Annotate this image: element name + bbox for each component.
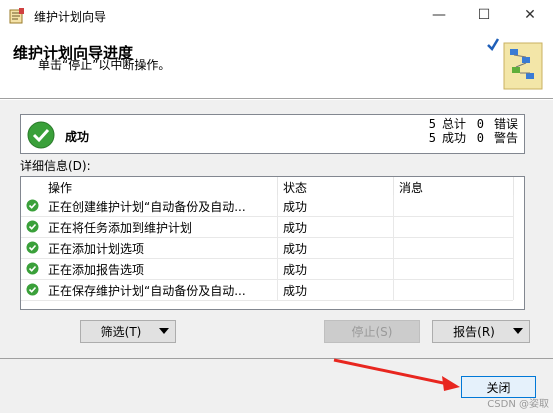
stop-button[interactable]: 停止(S) [324, 320, 420, 343]
title-bar: 维护计划向导 — ☐ ✕ [0, 0, 553, 31]
success-check-icon [26, 262, 39, 275]
status-counts: 5 总计 0 错误 5 成功 0 警告 [424, 117, 518, 145]
status-summary-panel: 成功 5 总计 0 错误 5 成功 0 警告 [20, 114, 525, 154]
grid-line [21, 300, 513, 301]
operation-cell: 正在添加计划选项 [48, 242, 145, 256]
column-header-operation[interactable]: 操作 [48, 179, 72, 196]
error-label: 错误 [493, 117, 518, 131]
minimize-button[interactable]: — [427, 4, 451, 26]
table-row[interactable]: 正在添加报告选项 成功 [21, 258, 524, 279]
column-divider [277, 177, 278, 195]
total-label: 总计 [441, 117, 466, 131]
table-row[interactable]: 正在创建维护计划“自动备份及自动... 成功 [21, 195, 524, 216]
status-cell: 成功 [283, 200, 308, 214]
wizard-header: 维护计划向导进度 单击“停止”以中断操作。 [0, 31, 553, 99]
minimize-icon: — [432, 7, 446, 23]
status-label: 成功 [65, 130, 90, 144]
stop-button-label: 停止(S) [351, 325, 393, 339]
status-cell: 成功 [283, 263, 308, 277]
annotation-arrow-icon [333, 358, 460, 391]
details-table[interactable]: 操作 状态 消息 正在创建维护计划“自动备份及自动... 成功 正在将任务添加到… [20, 176, 525, 310]
success-label: 成功 [441, 131, 466, 145]
dropdown-arrow-icon [513, 328, 523, 334]
report-button[interactable]: 报告(R) [432, 320, 530, 343]
operation-cell: 正在添加报告选项 [48, 263, 145, 277]
wizard-banner-icon [487, 38, 543, 90]
filter-button-label: 筛选(T) [100, 325, 142, 339]
success-check-icon [26, 241, 39, 254]
operation-cell: 正在创建维护计划“自动备份及自动... [48, 200, 246, 214]
watermark: CSDN @姿取 [487, 399, 549, 410]
success-check-icon [26, 199, 39, 212]
success-check-icon [26, 283, 39, 296]
warning-count: 0 [476, 131, 484, 145]
operation-cell: 正在保存维护计划“自动备份及自动... [48, 284, 246, 298]
close-button-label: 关闭 [486, 380, 511, 395]
wizard-app-icon [9, 8, 24, 24]
maximize-icon: ☐ [477, 7, 491, 23]
report-button-label: 报告(R) [453, 325, 495, 339]
table-header: 操作 状态 消息 [21, 177, 524, 195]
column-header-message[interactable]: 消息 [399, 179, 423, 196]
error-count: 0 [476, 117, 484, 131]
column-divider [393, 177, 394, 195]
total-count: 5 [428, 117, 436, 131]
status-cell: 成功 [283, 284, 308, 298]
close-window-button[interactable]: ✕ [518, 4, 542, 26]
success-check-icon [26, 220, 39, 233]
table-row[interactable]: 正在将任务添加到维护计划 成功 [21, 216, 524, 237]
column-header-status[interactable]: 状态 [283, 179, 307, 196]
maximize-button[interactable]: ☐ [472, 4, 496, 26]
operation-cell: 正在将任务添加到维护计划 [48, 221, 193, 235]
page-subtitle: 单击“停止”以中断操作。 [38, 58, 171, 72]
window-title: 维护计划向导 [34, 10, 107, 24]
warning-label: 警告 [493, 131, 518, 145]
success-check-icon [27, 121, 55, 149]
footer-divider [0, 358, 553, 359]
filter-button[interactable]: 筛选(T) [80, 320, 176, 343]
success-count: 5 [428, 131, 436, 145]
column-divider [513, 177, 514, 195]
table-row[interactable]: 正在保存维护计划“自动备份及自动... 成功 [21, 279, 524, 300]
status-cell: 成功 [283, 242, 308, 256]
wizard-body: 成功 5 总计 0 错误 5 成功 0 警告 详细信息(D): 操作 状态 消息 [0, 100, 553, 413]
close-icon: ✕ [524, 7, 536, 23]
status-cell: 成功 [283, 221, 308, 235]
dropdown-arrow-icon [159, 328, 169, 334]
table-row[interactable]: 正在添加计划选项 成功 [21, 237, 524, 258]
details-label: 详细信息(D): [20, 159, 91, 173]
